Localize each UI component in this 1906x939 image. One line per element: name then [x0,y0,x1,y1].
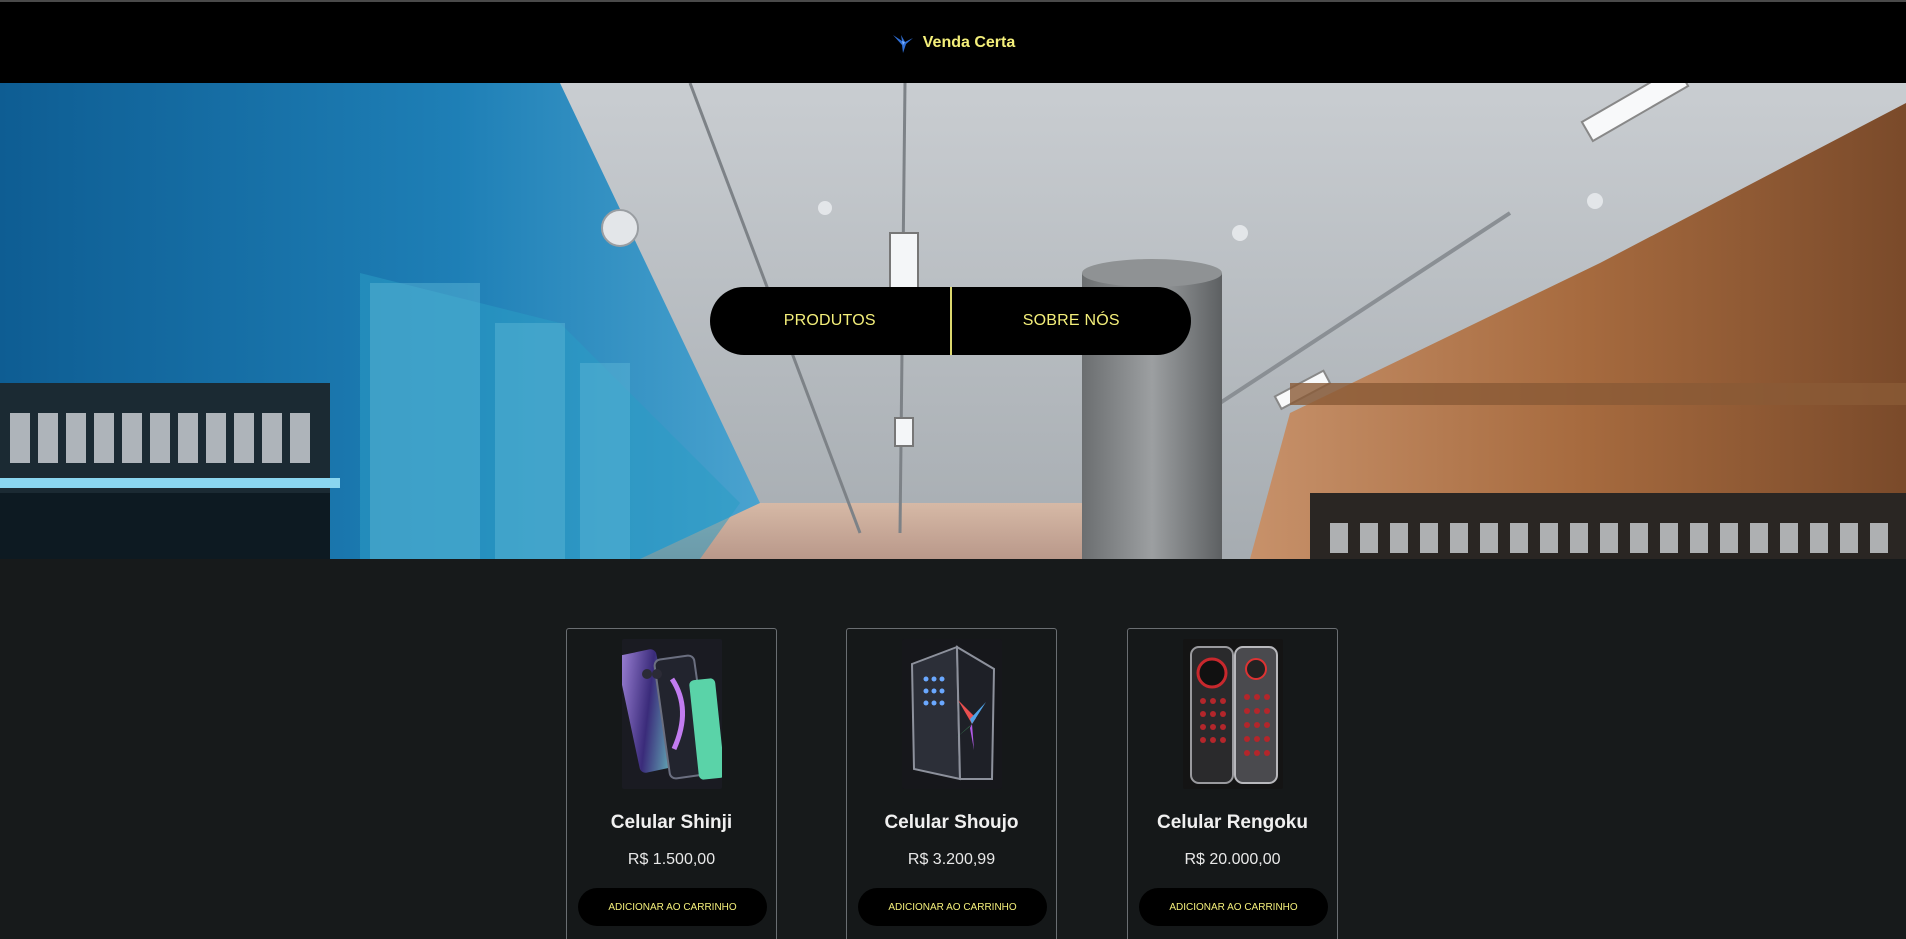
product-title: Celular Shoujo [884,812,1019,833]
hummingbird-logo-icon [892,34,913,53]
nav-produtos-button[interactable]: PRODUTOS [710,287,950,355]
phone-image-rengoku [1183,639,1283,789]
product-price: R$ 1.500,00 [627,851,716,868]
product-price: R$ 3.200,99 [907,851,996,868]
add-to-cart-button[interactable]: ADICIONAR AO CARRINHO [1139,888,1328,926]
brand-name: Venda Certa [922,33,1016,51]
page: Venda Certa PRODUTOS SOBRE NÓS Celular S… [0,0,1906,939]
product-list: Celular Shinji R$ 1.500,00 ADICIONAR AO … [0,559,1906,939]
hero-banner: PRODUTOS SOBRE NÓS [0,83,1906,559]
add-to-cart-button[interactable]: ADICIONAR AO CARRINHO [578,888,767,926]
site-header: Venda Certa [0,2,1906,83]
phone-image-shinji [622,639,722,789]
product-price: R$ 20.000,00 [1184,851,1281,868]
product-card: Celular Rengoku R$ 20.000,00 ADICIONAR A… [1127,628,1338,939]
brand[interactable]: Venda Certa [891,31,1015,55]
product-title: Celular Shinji [610,812,733,833]
product-card: Celular Shoujo R$ 3.200,99 ADICIONAR AO … [846,628,1057,939]
product-card: Celular Shinji R$ 1.500,00 ADICIONAR AO … [566,628,777,939]
phone-image-shoujo [902,639,1002,789]
main-nav: PRODUTOS SOBRE NÓS [710,287,1191,355]
nav-divider [949,287,952,355]
product-title: Celular Rengoku [1157,812,1308,833]
add-to-cart-button[interactable]: ADICIONAR AO CARRINHO [858,888,1047,926]
nav-sobre-nos-button[interactable]: SOBRE NÓS [952,287,1192,355]
